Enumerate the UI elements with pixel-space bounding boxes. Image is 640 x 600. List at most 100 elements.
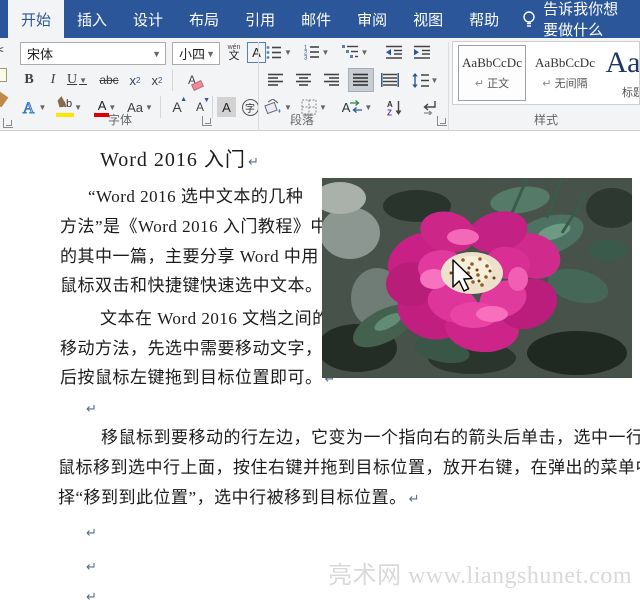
chevron-down-icon: ▼	[206, 49, 215, 59]
tab-home[interactable]: 开始	[8, 0, 64, 38]
font-name-value: 宋体	[27, 44, 53, 63]
bullets-button[interactable]: ▼	[264, 42, 294, 62]
style-preview: AaBbCcDc	[535, 55, 595, 71]
tab-help-label: 帮助	[469, 9, 499, 30]
cut-icon[interactable]: ✂	[0, 41, 5, 59]
lightbulb-icon	[522, 10, 536, 28]
watermark: 亮术网 www.liangshunet.com	[328, 555, 632, 590]
body-line: “Word 2016 选中文本的几种	[88, 186, 303, 208]
align-left-button[interactable]	[264, 69, 288, 91]
return-mark-icon: ↵	[475, 78, 484, 90]
body-line: 后按鼠标左键拖到目标位置即可。↵	[60, 367, 336, 390]
enclose-characters-button[interactable]: 字	[240, 97, 260, 117]
character-shading-button[interactable]: A	[217, 97, 236, 117]
numbering-button[interactable]: 123 ▼	[300, 42, 332, 62]
tab-mailings[interactable]: 邮件	[288, 0, 344, 38]
chevron-down-icon: ▼	[284, 48, 292, 57]
style-item-normal[interactable]: AaBbCcDc ↵ 正文	[458, 45, 526, 101]
align-right-button[interactable]	[320, 69, 344, 91]
inline-image-flower[interactable]	[322, 178, 632, 378]
tab-mailings-label: 邮件	[301, 9, 331, 30]
paragraph-mark: ↵	[86, 401, 97, 417]
chevron-down-icon: ▼	[152, 49, 161, 59]
underline-button[interactable]: U▼	[64, 70, 90, 90]
tab-view[interactable]: 视图	[400, 0, 456, 38]
strikethrough-glyph: abc	[99, 73, 118, 87]
tab-references[interactable]: 引用	[232, 0, 288, 38]
triangle-up-icon: ▲	[180, 96, 187, 103]
tab-layout-label: 布局	[189, 9, 219, 30]
paragraph-dialog-launcher-icon[interactable]	[437, 116, 447, 126]
tab-help[interactable]: 帮助	[456, 0, 512, 38]
tab-design-label: 设计	[133, 9, 163, 30]
body-line: 移鼠标到要移动的行左边，它变为一个指向右的箭头后单击，选中一行，把	[101, 427, 640, 449]
align-center-button[interactable]	[292, 69, 316, 91]
sort-button[interactable]: AZ	[382, 96, 408, 118]
subscript-button[interactable]: x2	[126, 70, 144, 90]
bold-button[interactable]: B	[20, 70, 38, 90]
subscript-digit: 2	[136, 76, 140, 85]
character-border-glyph: A	[252, 45, 261, 60]
page-title: Word 2016 入门↵	[100, 143, 260, 172]
paragraph-mark: ↵	[409, 491, 420, 506]
document-page[interactable]: Word 2016 入门↵ “Word 2016 选中文本的几种 方法”是《Wo…	[0, 131, 640, 600]
style-item-heading[interactable]: AaB 标题	[603, 45, 640, 101]
font-size-value: 小四	[179, 44, 205, 63]
svg-text:3: 3	[304, 56, 308, 61]
chevron-down-icon: ▼	[364, 103, 372, 112]
style-item-nospacing[interactable]: AaBbCcDc ↵ 无间隔	[531, 45, 599, 101]
tab-review-label: 审阅	[357, 9, 387, 30]
superscript-button[interactable]: x2	[148, 70, 166, 90]
tab-insert-label: 插入	[77, 9, 107, 30]
multilevel-list-button[interactable]: ▼	[338, 42, 372, 62]
style-preview: AaBbCcDc	[462, 55, 522, 71]
font-name-select[interactable]: 宋体 ▼	[20, 42, 166, 65]
show-marks-button[interactable]	[418, 96, 440, 118]
styles-gallery: AaBbCcDc ↵ 正文 AaBbCcDc ↵ 无间隔 AaB 标题	[452, 41, 640, 105]
tab-design[interactable]: 设计	[120, 0, 176, 38]
font-dialog-launcher-icon[interactable]	[202, 116, 212, 126]
tab-layout[interactable]: 布局	[176, 0, 232, 38]
decrease-indent-button[interactable]	[382, 42, 406, 62]
strikethrough-button[interactable]: abc	[96, 70, 122, 90]
tab-insert[interactable]: 插入	[64, 0, 120, 38]
justify-button[interactable]	[348, 68, 374, 92]
body-line: 鼠标双击和快捷键快速选中文本。↵	[60, 275, 336, 298]
ribbon: ✂ 宋体▼ 小四▼ wén文 A B I U▼ abc x2 x2 A	[0, 38, 640, 131]
underline-glyph: U	[67, 72, 77, 88]
asian-layout-button[interactable]: A ▼	[340, 96, 374, 118]
body-line: 方法”是《Word 2016 入门教程》中	[60, 216, 328, 238]
tab-review[interactable]: 审阅	[344, 0, 400, 38]
tab-references-label: 引用	[245, 9, 275, 30]
style-name: ↵ 正文	[475, 75, 509, 91]
body-line: 文本在 Word 2016 文档之间的	[100, 308, 330, 330]
phonetic-bottom: 文	[229, 51, 240, 62]
style-name: ↵ 无间隔	[542, 75, 587, 91]
body-line: 择“移到到此位置”，选中行被移到目标位置。↵	[58, 487, 420, 510]
body-line: 移动方法，先选中需要移动文字，然	[60, 338, 340, 360]
style-preview: AaB	[606, 46, 640, 80]
paragraph-group-label: 段落	[262, 111, 342, 128]
tell-me-box[interactable]: 告诉我你想要做什么	[512, 0, 640, 38]
chevron-down-icon: ▼	[322, 48, 330, 57]
paste-icon[interactable]	[0, 68, 7, 82]
line-spacing-button[interactable]: ▼	[410, 69, 440, 91]
asian-layout-glyph: A	[342, 100, 351, 115]
clipboard-dialog-launcher-icon[interactable]	[3, 118, 13, 128]
word-window: 开始 插入 设计 布局 引用 邮件 审阅 视图 帮助 告诉我你想要做什么 ✂ 宋…	[0, 0, 640, 600]
ribbon-tab-bar: 开始 插入 设计 布局 引用 邮件 审阅 视图 帮助 告诉我你想要做什么	[0, 0, 640, 38]
enclose-characters-glyph: 字	[242, 99, 259, 116]
style-name: 标题	[622, 84, 640, 100]
clear-formatting-button[interactable]: A	[180, 69, 204, 91]
format-painter-icon[interactable]	[0, 91, 8, 108]
body-line: 的其中一篇，主要分享 Word 中用	[60, 246, 319, 268]
paragraph-mark: ↵	[86, 525, 97, 541]
italic-button[interactable]: I	[45, 70, 61, 90]
chevron-down-icon: ▼	[361, 48, 369, 57]
increase-indent-button[interactable]	[410, 42, 434, 62]
paragraph-mark: ↵	[86, 589, 97, 600]
font-group-label: 字体	[30, 111, 210, 128]
distributed-button[interactable]	[378, 69, 402, 91]
phonetic-guide-button[interactable]: wén文	[224, 41, 244, 65]
font-size-select[interactable]: 小四▼	[172, 42, 220, 65]
